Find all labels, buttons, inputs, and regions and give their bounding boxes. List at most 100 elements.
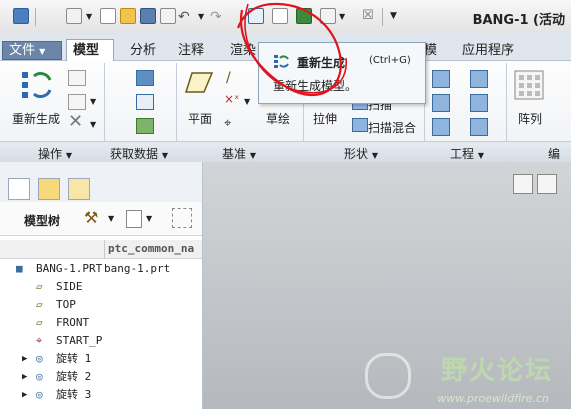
group-label: 获取数据: [110, 147, 159, 161]
plane-label[interactable]: 平面: [188, 110, 212, 127]
datum-plane-icon: ▱: [36, 316, 43, 329]
group-engineering[interactable]: 工程 ▼: [450, 145, 484, 162]
chamfer-icon[interactable]: [432, 94, 450, 112]
pattern-icon[interactable]: [514, 70, 544, 100]
draft-icon[interactable]: [432, 118, 450, 136]
tree-row[interactable]: ▱ TOP: [0, 296, 202, 314]
open-icon[interactable]: [120, 8, 136, 24]
chevron-down-icon: ▼: [65, 151, 72, 160]
tab-analysis[interactable]: 分析: [124, 42, 162, 60]
refit-icon[interactable]: [513, 174, 533, 194]
copy-icon[interactable]: [160, 8, 176, 24]
expand-icon[interactable]: ▶: [22, 350, 27, 368]
tree-item-label: 旋转 1: [56, 352, 92, 365]
tree-filter-icon[interactable]: [126, 210, 142, 228]
sketch-label[interactable]: 草绘: [266, 110, 290, 127]
tree-row[interactable]: ▶ ◎ 旋转 2: [0, 368, 202, 386]
revolve-icon: ◎: [36, 352, 43, 365]
watermark-text: 野火论坛: [440, 356, 553, 386]
paste-icon[interactable]: [68, 94, 86, 110]
settings-tools-icon[interactable]: ⚒: [84, 208, 98, 227]
ribbon-group-bar: 操作 ▼ 获取数据 ▼ 基准 ▼ 形状 ▼ 工程 ▼ 编: [0, 141, 571, 162]
tree-row[interactable]: ■ BANG-1.PRT bang-1.prt: [0, 260, 202, 278]
expand-icon[interactable]: ▶: [22, 386, 27, 404]
chevron-down-icon[interactable]: ▼: [198, 12, 204, 21]
shell-icon[interactable]: [470, 94, 488, 112]
toolbar-separator: [35, 8, 36, 26]
plane-icon[interactable]: [184, 70, 214, 96]
model-tree-tab[interactable]: [8, 178, 30, 200]
tree-item-value: bang-1.prt: [104, 262, 171, 275]
zoom-in-icon[interactable]: [537, 174, 557, 194]
favorites-tab[interactable]: [68, 178, 90, 200]
watermark-url: www.proewildfire.cn: [437, 392, 549, 405]
hole-icon[interactable]: [432, 70, 450, 88]
group-get-data[interactable]: 获取数据 ▼: [110, 145, 168, 162]
column-header-label[interactable]: ptc_common_na: [108, 242, 194, 255]
group-operations[interactable]: 操作 ▼: [38, 145, 72, 162]
window-title: BANG-1 (活动: [472, 13, 565, 28]
group-label: 操作: [38, 147, 63, 161]
graphics-viewport[interactable]: 野火论坛 www.proewildfire.cn: [203, 162, 571, 409]
tree-item-label: SIDE: [56, 280, 83, 293]
tree-item-label: START_P: [56, 334, 103, 347]
new-icon[interactable]: [100, 8, 116, 24]
group-edit[interactable]: 编: [548, 145, 560, 162]
tree-row[interactable]: ▱ FRONT: [0, 314, 202, 332]
tree-row[interactable]: ⌖ START_P: [0, 332, 202, 350]
customize-dropdown-icon[interactable]: ▼: [390, 11, 397, 21]
revolve-icon: ◎: [36, 388, 43, 401]
chevron-down-icon: ▼: [477, 151, 484, 160]
undo-icon[interactable]: ↶: [178, 9, 190, 25]
navigator-panel: 模型树 ⚒ ▼ ▼ ptc_common_na ■ BANG-1.PRT bang-…: [0, 162, 203, 409]
copy-geometry-icon[interactable]: [136, 94, 154, 110]
redo-icon[interactable]: ↷: [210, 9, 222, 25]
copy-icon[interactable]: [68, 70, 86, 86]
pattern-label[interactable]: 阵列: [518, 110, 542, 127]
chevron-down-icon[interactable]: ▼: [146, 214, 152, 223]
save-icon[interactable]: [140, 8, 156, 24]
coordinate-system-icon[interactable]: ⌖: [224, 116, 231, 131]
folder-browser-tab[interactable]: [38, 178, 60, 200]
column-divider[interactable]: [104, 240, 105, 258]
chevron-down-icon: ▼: [371, 151, 378, 160]
tree-row[interactable]: ▶ ◎ 旋转 3: [0, 386, 202, 404]
delete-icon[interactable]: ✕: [68, 113, 83, 131]
swept-blend-label[interactable]: 扫描混合: [368, 119, 416, 136]
group-label: 基准: [222, 147, 247, 161]
tree-item-label: TOP: [56, 298, 76, 311]
tab-file[interactable]: 文件 ▼: [2, 41, 62, 60]
tree-row[interactable]: ▱ SIDE: [0, 278, 202, 296]
swept-blend-icon[interactable]: [352, 118, 368, 132]
chevron-down-icon[interactable]: ▼: [90, 97, 96, 106]
group-datum[interactable]: 基准 ▼: [222, 145, 256, 162]
tree-item-label: FRONT: [56, 316, 90, 329]
chevron-down-icon[interactable]: ▼: [86, 12, 92, 21]
chevron-down-icon[interactable]: ▼: [108, 214, 114, 223]
expand-icon[interactable]: ▶: [22, 368, 27, 386]
user-defined-feature-icon[interactable]: [136, 70, 154, 86]
datum-plane-icon: ▱: [36, 280, 43, 293]
tree-item-label: 旋转 3: [56, 388, 92, 401]
round-icon[interactable]: [470, 70, 488, 88]
tab-annotate[interactable]: 注释: [172, 42, 210, 60]
regenerate-label[interactable]: 重新生成: [12, 110, 60, 127]
shrinkwrap-icon[interactable]: [136, 118, 154, 134]
tab-model[interactable]: 模型: [66, 39, 114, 61]
window-dropdown-icon[interactable]: [66, 8, 82, 24]
show-icon[interactable]: [172, 208, 192, 228]
model-tree-title[interactable]: 模型树: [24, 212, 60, 229]
chevron-down-icon: ▼: [39, 47, 46, 56]
chevron-down-icon: ▼: [161, 151, 168, 160]
close-window-icon[interactable]: ☒: [362, 8, 374, 23]
rib-icon[interactable]: [470, 118, 488, 136]
tab-applications[interactable]: 应用程序: [456, 42, 520, 60]
window-icon[interactable]: [13, 8, 29, 24]
regenerate-icon[interactable]: [20, 68, 54, 104]
chevron-down-icon[interactable]: ▼: [90, 120, 96, 129]
watermark-logo: [365, 353, 411, 399]
tree-row[interactable]: ▶ ◎ 旋转 1: [0, 350, 202, 368]
tab-label: 文件: [9, 43, 36, 58]
extrude-label[interactable]: 拉伸: [313, 110, 337, 127]
group-shape[interactable]: 形状 ▼: [344, 145, 378, 162]
